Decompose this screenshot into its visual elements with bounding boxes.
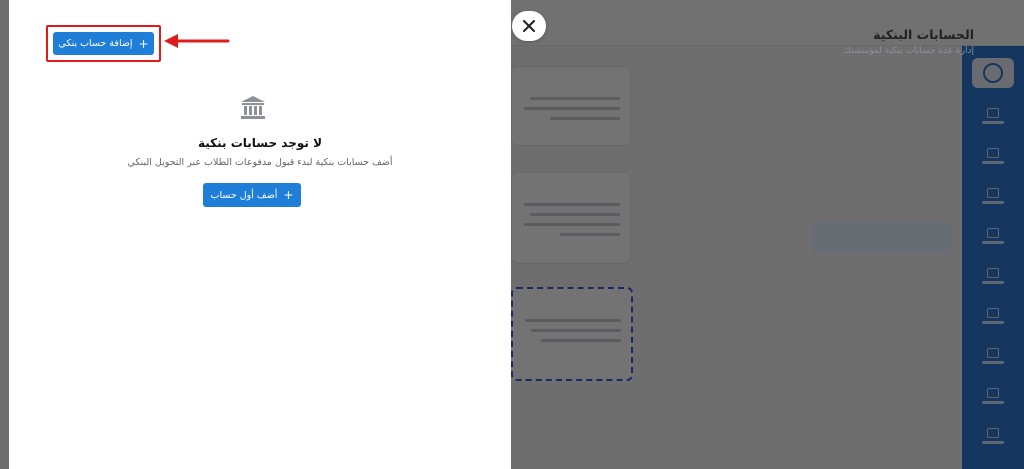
annotation-highlight-box: [46, 25, 161, 62]
close-button[interactable]: [512, 11, 546, 41]
plus-icon: +: [283, 188, 294, 202]
empty-state-description: أضف حسابات بنكية لبدء قبول مدفوعات الطلا…: [127, 157, 393, 168]
panel-subtitle: إدارة عدة حسابات بنكية لمؤسستك: [843, 46, 974, 56]
close-icon: [523, 20, 535, 32]
bank-accounts-panel: [9, 0, 511, 469]
add-first-account-label: أضف أول حساب: [210, 189, 278, 201]
add-first-account-button[interactable]: + أضف أول حساب: [203, 183, 301, 207]
panel-title: الحسابات البنكية: [873, 27, 974, 42]
bank-icon: [241, 96, 265, 119]
empty-state-title: لا توجد حسابات بنكية: [197, 136, 323, 150]
annotation-arrow-icon: [164, 34, 230, 48]
